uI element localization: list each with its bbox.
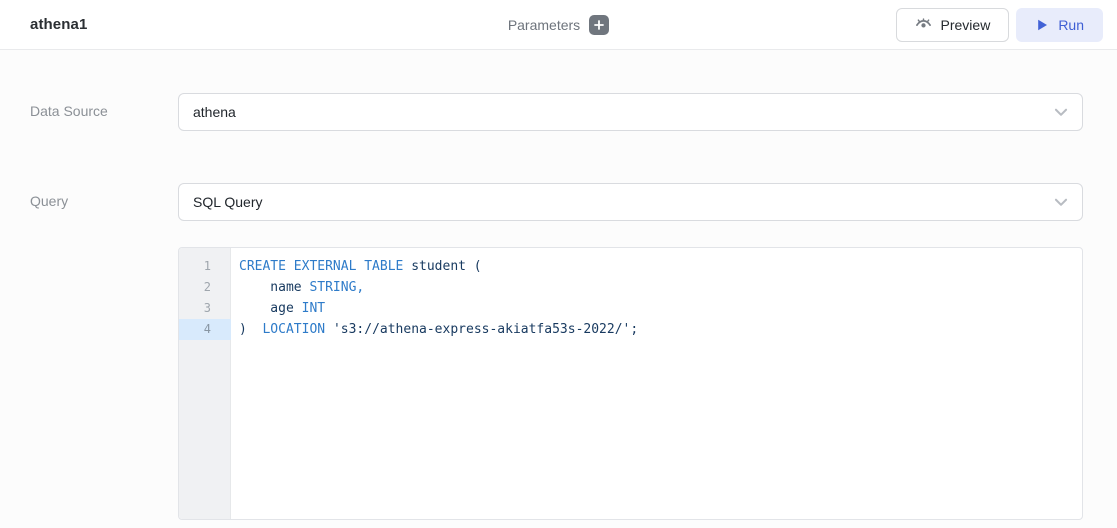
parameters-label: Parameters [508, 17, 580, 33]
editor-lines: 1CREATE EXTERNAL TABLE student (2 name S… [179, 248, 1082, 340]
line-number: 3 [179, 298, 231, 319]
preview-button-label: Preview [941, 17, 991, 33]
preview-button[interactable]: Preview [896, 8, 1010, 42]
code-text: ) LOCATION 's3://athena-express-akiatfa5… [239, 319, 638, 340]
line-number: 2 [179, 277, 231, 298]
run-button-label: Run [1058, 17, 1084, 33]
code-line[interactable]: 4 ) LOCATION 's3://athena-express-akiatfa… [179, 319, 1082, 340]
data-source-value: athena [193, 104, 236, 120]
code-line[interactable]: 3 age INT [179, 298, 1082, 319]
code-text: age INT [239, 298, 325, 319]
action-buttons: Preview Run [896, 8, 1103, 42]
line-number: 1 [179, 256, 231, 277]
code-line[interactable]: 2 name STRING, [179, 277, 1082, 298]
query-type-select[interactable]: SQL Query [178, 183, 1083, 221]
code-text: name STRING, [239, 277, 364, 298]
play-icon [1035, 18, 1049, 32]
code-text: CREATE EXTERNAL TABLE student ( [239, 256, 482, 277]
chevron-down-icon [1052, 193, 1070, 211]
query-form: Data Source athena Query SQL Query [0, 50, 1117, 520]
query-type-row: Query SQL Query [30, 183, 1117, 221]
line-number: 4 [179, 319, 231, 340]
data-source-select[interactable]: athena [178, 93, 1083, 131]
plus-icon [594, 20, 604, 30]
query-type-value: SQL Query [193, 194, 263, 210]
query-title: athena1 [30, 16, 87, 33]
sql-editor-row: 1CREATE EXTERNAL TABLE student (2 name S… [30, 247, 1117, 520]
code-line[interactable]: 1 CREATE EXTERNAL TABLE student ( [179, 256, 1082, 277]
data-source-row: Data Source athena [30, 93, 1117, 131]
top-bar: athena1 Parameters Preview Run [0, 0, 1117, 50]
data-source-label: Data Source [30, 93, 178, 119]
run-button[interactable]: Run [1016, 8, 1103, 42]
add-parameter-button[interactable] [589, 15, 609, 35]
editor-spacer [30, 247, 178, 257]
query-label: Query [30, 183, 178, 209]
eye-icon [915, 16, 932, 33]
chevron-down-icon [1052, 103, 1070, 121]
sql-editor[interactable]: 1CREATE EXTERNAL TABLE student (2 name S… [178, 247, 1083, 520]
